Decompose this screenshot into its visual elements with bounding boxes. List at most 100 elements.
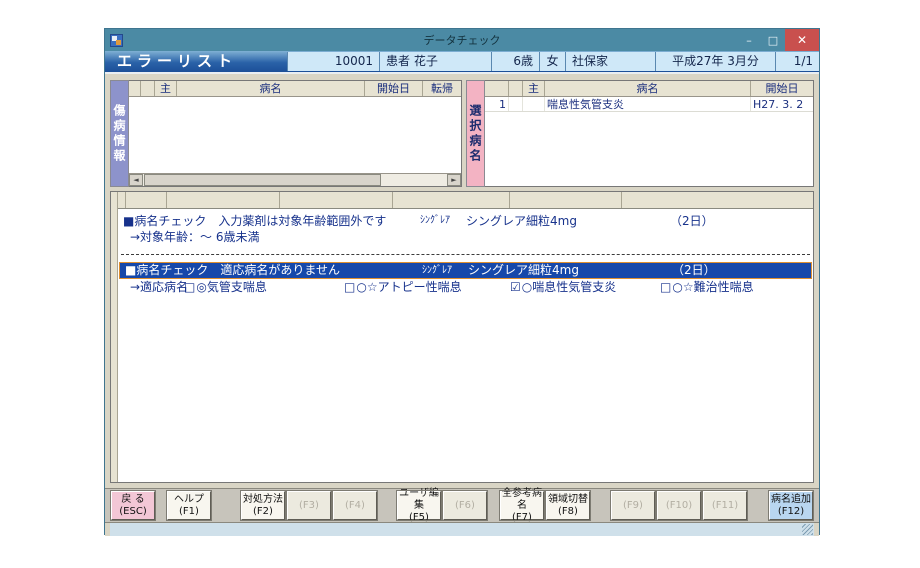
candidate-label: ○喘息性気管支炎: [522, 280, 616, 294]
fk-key: (F9): [612, 500, 654, 512]
window-controls: – □ ✕: [737, 29, 819, 51]
help-button[interactable]: ヘルプ (F1): [167, 491, 211, 520]
fk-label: 全参考病名: [501, 488, 543, 512]
row-start-date: H27. 3. 2: [751, 97, 813, 111]
error-message: ■病名チェック 入力薬剤は対象年齢範囲外です: [123, 213, 386, 229]
checkbox-icon[interactable]: □: [184, 280, 195, 294]
error-list-body: ■病名チェック 入力薬剤は対象年齢範囲外です ｼﾝｸﾞﾚｱ シングレア細粒4mg…: [118, 209, 813, 482]
scrollbar-thumb[interactable]: [144, 174, 381, 186]
ecol-1: [118, 192, 126, 208]
checkbox-icon[interactable]: □: [660, 280, 671, 294]
fk-key: (ESC): [112, 506, 154, 518]
row-disease-name: 喘息性気管支炎: [545, 97, 751, 111]
checkbox-checked-icon[interactable]: ☑: [510, 280, 521, 294]
area-switch-button[interactable]: 領域切替 (F8): [546, 491, 590, 520]
entry-separator: [121, 254, 810, 255]
candidate-row-label: →適応病名: [130, 279, 188, 296]
col-number: [485, 81, 509, 96]
fk-label: 戻 る: [112, 494, 154, 506]
fk-key: (F8): [547, 506, 589, 518]
col-outcome: 転帰: [423, 81, 461, 96]
candidate-checkbox-2[interactable]: □○☆アトピー性喘息: [344, 279, 462, 296]
candidate-checkbox-1[interactable]: □◎気管支喘息: [184, 279, 267, 296]
ecol-3: [167, 192, 280, 208]
drug-kana: ｼﾝｸﾞﾚｱ: [422, 263, 452, 278]
selected-disease-body: 1 喘息性気管支炎 H27. 3. 2: [485, 97, 813, 186]
scroll-left-arrow-icon[interactable]: ◄: [129, 174, 143, 186]
selected-disease-label: 選択病名: [466, 80, 485, 187]
status-bar: [110, 523, 814, 536]
user-edit-button[interactable]: ユーザ編集 (F5): [397, 491, 441, 520]
col-blank2: [141, 81, 155, 96]
row-main: [523, 97, 545, 111]
window-body: 傷病情報 主 病名 開始日 転帰 ◄: [105, 74, 819, 536]
col-start-date: 開始日: [365, 81, 423, 96]
col-disease-name: 病名: [545, 81, 751, 96]
scrollbar-track[interactable]: [143, 174, 447, 186]
ecol-6: [510, 192, 622, 208]
error-list-main: ■病名チェック 入力薬剤は対象年齢範囲外です ｼﾝｸﾞﾚｱ シングレア細粒4mg…: [118, 192, 813, 482]
col-blank: [509, 81, 523, 96]
maximize-button[interactable]: □: [761, 29, 785, 51]
error-list-gutter: [111, 192, 118, 482]
error-entry-row[interactable]: ■病名チェック 入力薬剤は対象年齢範囲外です ｼﾝｸﾞﾚｱ シングレア細粒4mg…: [118, 213, 813, 229]
ecol-2: [126, 192, 167, 208]
f11-button-disabled: (F11): [703, 491, 747, 520]
col-disease-name: 病名: [177, 81, 365, 96]
disease-info-scrollbar[interactable]: ◄ ►: [129, 173, 461, 186]
minimize-button[interactable]: –: [737, 29, 761, 51]
screen-title: エラーリスト: [105, 51, 287, 72]
screenshot-page: データチェック – □ ✕ エラーリスト 10001 患者 花子 6歳 女 社保…: [0, 0, 920, 568]
remedy-button[interactable]: 対処方法 (F2): [241, 491, 285, 520]
f9-button-disabled: (F9): [611, 491, 655, 520]
table-row[interactable]: 1 喘息性気管支炎 H27. 3. 2: [485, 97, 813, 112]
f10-button-disabled: (F10): [657, 491, 701, 520]
patient-sex: 女: [539, 52, 565, 71]
checkbox-icon[interactable]: □: [344, 280, 355, 294]
drug-kana: ｼﾝｸﾞﾚｱ: [420, 213, 450, 229]
f4-button-disabled: (F4): [333, 491, 377, 520]
add-disease-button[interactable]: 病名追加 (F12): [769, 491, 813, 520]
disease-info-body[interactable]: [129, 97, 461, 173]
patient-age: 6歳: [491, 52, 539, 71]
ecol-7: [622, 192, 813, 208]
error-entry-row-selected[interactable]: ■病名チェック 適応病名がありません ｼﾝｸﾞﾚｱ シングレア細粒4mg （2日…: [119, 262, 812, 279]
titlebar[interactable]: データチェック – □ ✕: [105, 29, 819, 51]
fk-key: (F11): [704, 500, 746, 512]
candidate-label: ○☆難治性喘息: [672, 280, 753, 294]
candidate-label: ◎気管支喘息: [196, 280, 266, 294]
fk-label: ユーザ編集: [398, 488, 440, 512]
disease-info-header: 主 病名 開始日 転帰: [129, 81, 461, 97]
fk-key: (F4): [334, 500, 376, 512]
fk-label: 病名追加: [770, 494, 812, 506]
error-list-panel: ■病名チェック 入力薬剤は対象年齢範囲外です ｼﾝｸﾞﾚｱ シングレア細粒4mg…: [110, 191, 814, 483]
all-reference-diseases-button[interactable]: 全参考病名 (F7): [500, 491, 544, 520]
selected-disease-header: 主 病名 開始日: [485, 81, 813, 97]
patient-name: 患者 花子: [379, 52, 491, 71]
drug-name: シングレア細粒4mg: [466, 213, 577, 229]
row-number: 1: [485, 97, 509, 111]
drug-name: シングレア細粒4mg: [468, 263, 579, 278]
data-check-window: データチェック – □ ✕ エラーリスト 10001 患者 花子 6歳 女 社保…: [104, 28, 820, 535]
fk-label: 対処方法: [242, 494, 284, 506]
fk-key: (F7): [501, 512, 543, 524]
error-message: ■病名チェック 適応病名がありません: [125, 263, 340, 278]
col-main: 主: [155, 81, 177, 96]
candidate-checkbox-4[interactable]: □○☆難治性喘息: [660, 279, 754, 296]
row-blank: [509, 97, 523, 111]
disease-info-table[interactable]: 主 病名 開始日 転帰 ◄ ►: [129, 80, 462, 187]
selected-disease-table[interactable]: 主 病名 開始日 1 喘息性気管支炎 H27. 3. 2: [485, 80, 814, 187]
candidate-checkbox-3[interactable]: ☑○喘息性気管支炎: [510, 279, 616, 296]
fk-key: (F6): [444, 500, 486, 512]
patient-id: 10001: [287, 52, 379, 71]
page-indicator: 1/1: [775, 52, 819, 71]
fk-key: (F2): [242, 506, 284, 518]
scroll-right-arrow-icon[interactable]: ►: [447, 174, 461, 186]
back-button[interactable]: 戻 る (ESC): [111, 491, 155, 520]
header-banner: エラーリスト 10001 患者 花子 6歳 女 社保家 平成27年 3月分 1/…: [105, 51, 819, 74]
col-main: 主: [523, 81, 545, 96]
disease-info-label: 傷病情報: [110, 80, 129, 187]
resize-grip-icon[interactable]: [802, 524, 813, 535]
close-button[interactable]: ✕: [785, 29, 819, 51]
col-blank1: [129, 81, 141, 96]
